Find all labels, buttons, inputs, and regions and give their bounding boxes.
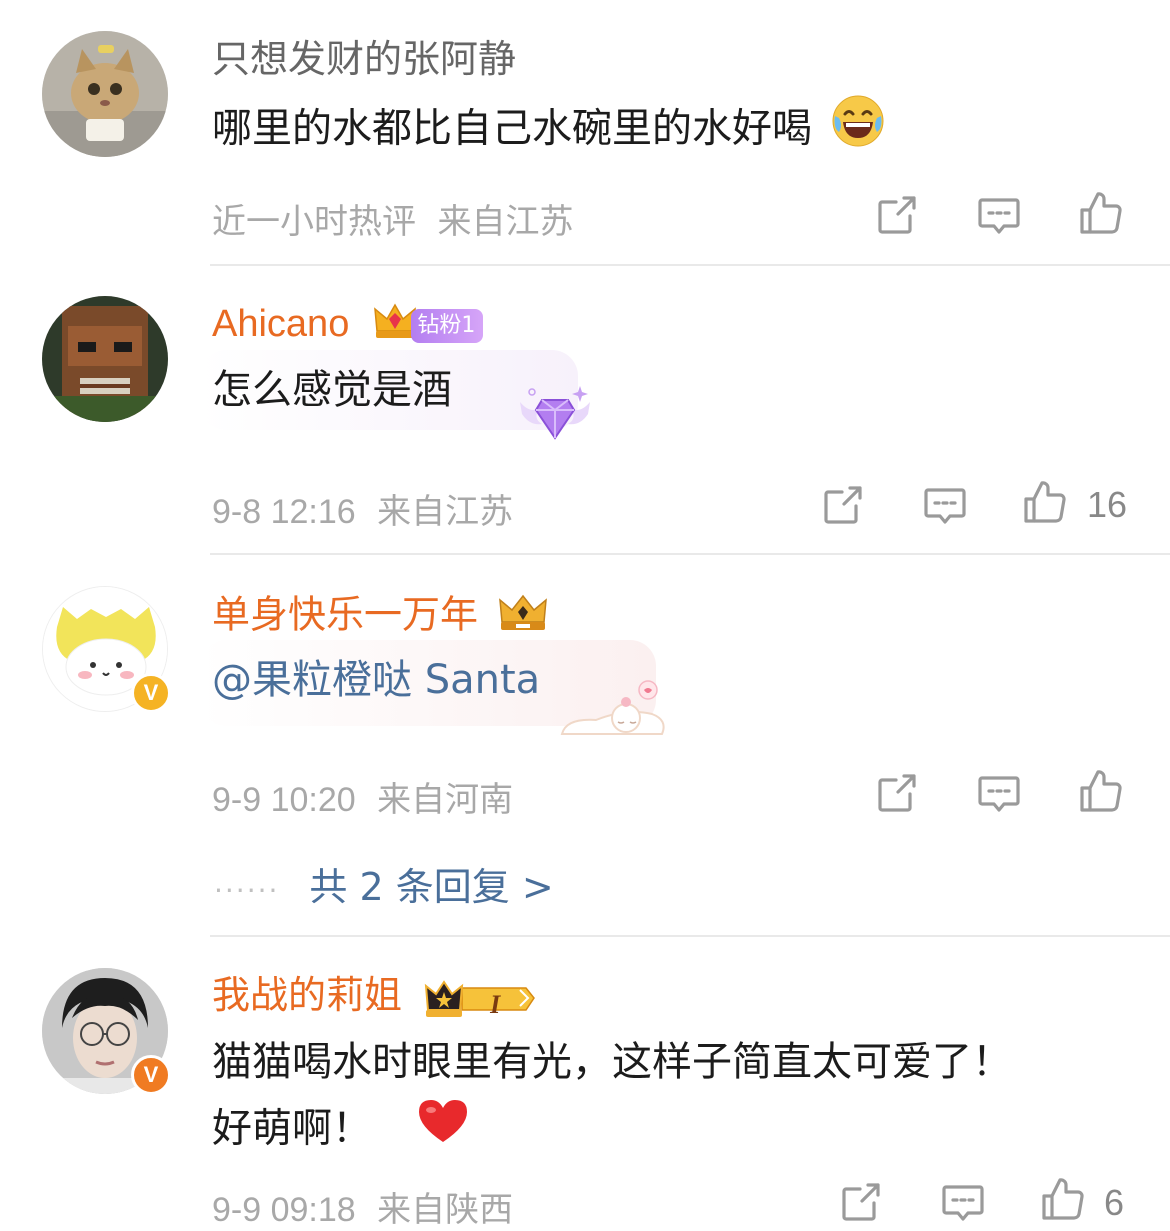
- sleeping-cat-icon: [556, 678, 670, 742]
- divider: [210, 935, 1170, 937]
- diamond-wings-icon: [516, 384, 594, 448]
- comment-time: 9-9 09:18: [212, 1191, 356, 1229]
- thumbs-up-icon[interactable]: [1078, 190, 1124, 236]
- username-text: 单身快乐一万年: [212, 592, 479, 637]
- verified-badge-icon: V: [131, 673, 171, 713]
- like-count: 6: [1104, 1182, 1125, 1223]
- crown-level-icon: [424, 979, 536, 1017]
- thumbs-up-icon[interactable]: [1022, 479, 1068, 525]
- comment-text-line2: 好萌啊！: [212, 1096, 471, 1165]
- comment-meta: 9-8 12:16 来自江苏: [212, 484, 513, 533]
- fan-badge-label: 钻粉1: [411, 308, 484, 343]
- comment-icon[interactable]: [940, 1179, 986, 1225]
- thumbs-up-icon[interactable]: [1078, 768, 1124, 814]
- avatar[interactable]: [42, 31, 168, 157]
- comment-time: 9-9 10:20: [212, 781, 356, 819]
- avatar[interactable]: [42, 296, 168, 422]
- comment-meta: 9-9 10:20 来自河南: [212, 772, 513, 821]
- comment-meta: 9-9 09:18 来自陕西: [212, 1182, 513, 1231]
- level-badge[interactable]: I: [422, 976, 538, 1020]
- username[interactable]: 单身快乐一万年: [212, 590, 550, 644]
- comment-text-content: 哪里的水都比自己水碗里的水好喝: [212, 105, 812, 152]
- comment-time: 近一小时热评: [212, 203, 416, 241]
- username-text: Ahicano: [212, 303, 350, 345]
- comment-text: 猫猫喝水时眼里有光，这样子简直太可爱了！: [212, 1039, 1012, 1085]
- red-heart-emoji-icon: [415, 1096, 471, 1165]
- comment-icon[interactable]: [922, 482, 968, 528]
- replies-label: 共 2 条回复 >: [309, 865, 554, 909]
- share-icon[interactable]: [874, 770, 920, 816]
- mention-link[interactable]: @果粒橙哒 Santa: [212, 648, 540, 712]
- comment-location: 来自江苏: [437, 202, 574, 242]
- comment-icon[interactable]: [976, 770, 1022, 816]
- username-text: 我战的莉姐: [212, 973, 403, 1017]
- comment-location: 来自江苏: [377, 492, 514, 532]
- comment-location: 来自河南: [377, 780, 514, 820]
- crown-icon: [496, 590, 550, 644]
- comment-meta: 近一小时热评 来自江苏: [212, 194, 573, 243]
- comment-time: 9-8 12:16: [212, 493, 356, 531]
- comment-icon[interactable]: [976, 192, 1022, 238]
- laughing-tears-emoji-icon: [831, 94, 885, 167]
- username[interactable]: Ahicano 钻粉1: [212, 300, 484, 351]
- comment-text: 哪里的水都比自己水碗里的水好喝: [212, 94, 885, 167]
- comment-text: 怎么感觉是酒: [212, 367, 452, 413]
- username[interactable]: 我战的莉姐 I: [212, 972, 538, 1020]
- share-icon[interactable]: [838, 1179, 884, 1225]
- divider: [210, 264, 1170, 266]
- thumbs-up-icon[interactable]: [1040, 1176, 1086, 1222]
- verified-badge-icon: V: [131, 1055, 171, 1095]
- comment-text-content: 好萌啊！: [212, 1105, 372, 1152]
- divider: [210, 553, 1170, 555]
- username[interactable]: 只想发财的张阿静: [212, 36, 516, 82]
- share-icon[interactable]: [820, 482, 866, 528]
- fan-badge[interactable]: 钻粉1: [373, 301, 484, 351]
- like-count: 16: [1087, 484, 1128, 525]
- view-replies-link[interactable]: ······ 共 2 条回复 >: [214, 856, 554, 911]
- comment-location: 来自陕西: [377, 1190, 514, 1230]
- level-label: I: [490, 989, 501, 1019]
- share-icon[interactable]: [874, 192, 920, 238]
- dots-separator: ······: [214, 874, 280, 907]
